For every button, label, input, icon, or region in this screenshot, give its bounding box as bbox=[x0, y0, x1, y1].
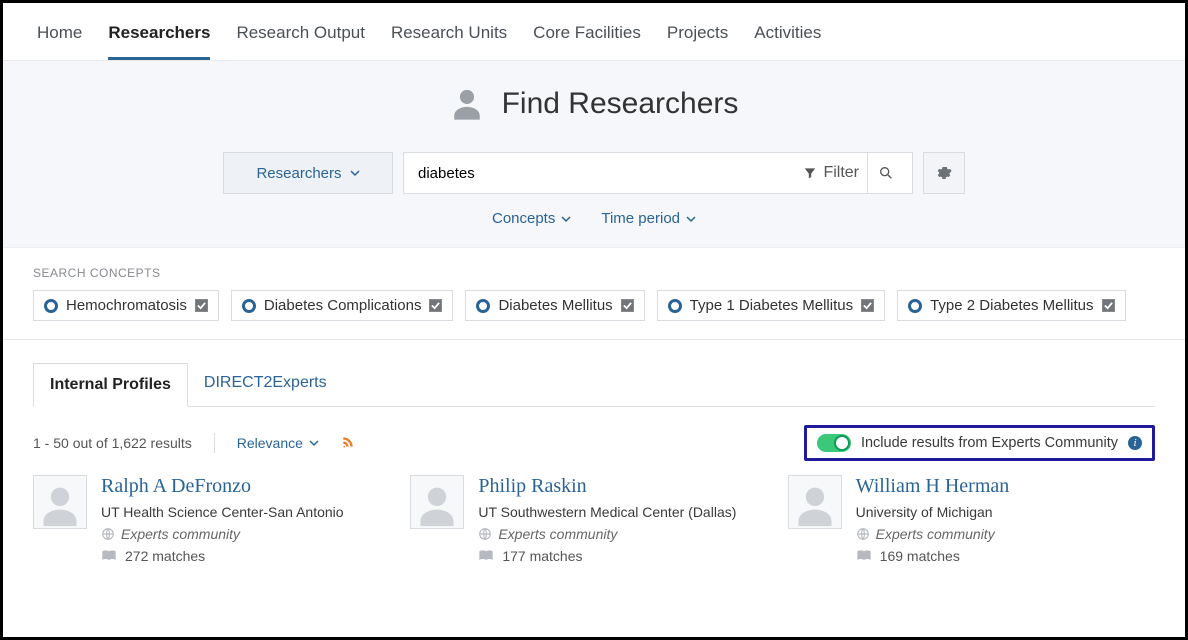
sub-filters: Concepts Time period bbox=[3, 210, 1185, 227]
ring-icon bbox=[242, 299, 256, 313]
search-button[interactable] bbox=[867, 153, 904, 193]
community-toggle[interactable] bbox=[817, 434, 851, 452]
nav-research-units[interactable]: Research Units bbox=[391, 15, 507, 60]
search-box: Filter bbox=[403, 152, 913, 194]
result-card: Ralph A DeFronzo UT Health Science Center… bbox=[33, 475, 400, 564]
chevron-down-icon bbox=[309, 438, 319, 448]
concept-label: Diabetes Mellitus bbox=[498, 297, 612, 314]
search-type-label: Researchers bbox=[256, 165, 341, 182]
checkbox-checked[interactable] bbox=[429, 299, 442, 312]
search-type-select[interactable]: Researchers bbox=[223, 152, 393, 194]
sort-label: Relevance bbox=[237, 435, 303, 451]
search-input[interactable] bbox=[416, 164, 795, 183]
ring-icon bbox=[668, 299, 682, 313]
institution: University of Michigan bbox=[856, 504, 1010, 520]
community-source: Experts community bbox=[478, 526, 736, 542]
person-icon bbox=[450, 87, 484, 121]
settings-button[interactable] bbox=[923, 152, 965, 194]
search-concepts-header: SEARCH CONCEPTS bbox=[33, 266, 1155, 280]
chevron-down-icon bbox=[350, 168, 360, 178]
book-icon bbox=[101, 549, 117, 563]
sub-filter-time-period[interactable]: Time period bbox=[601, 210, 696, 227]
filter-button[interactable]: Filter bbox=[795, 153, 867, 193]
chevron-down-icon bbox=[561, 214, 571, 224]
top-nav: Home Researchers Research Output Research U… bbox=[3, 3, 1185, 61]
results-grid: Ralph A DeFronzo UT Health Science Center… bbox=[3, 475, 1185, 574]
funnel-icon bbox=[803, 166, 817, 180]
results-toolbar-left: 1 - 50 out of 1,622 results Relevance bbox=[33, 433, 355, 453]
nav-projects[interactable]: Projects bbox=[667, 15, 728, 60]
match-count: 177 matches bbox=[478, 548, 736, 564]
concept-chip[interactable]: Type 1 Diabetes Mellitus bbox=[657, 290, 885, 321]
chevron-down-icon bbox=[686, 214, 696, 224]
search-row: Researchers Filter bbox=[223, 152, 965, 194]
match-count: 169 matches bbox=[856, 548, 1010, 564]
gear-icon bbox=[936, 165, 952, 181]
match-count: 272 matches bbox=[101, 548, 344, 564]
page-title-text: Find Researchers bbox=[502, 87, 739, 121]
globe-icon bbox=[856, 527, 870, 541]
checkbox-checked[interactable] bbox=[1102, 299, 1115, 312]
info-icon[interactable]: i bbox=[1128, 436, 1142, 450]
result-card: William H Herman University of Michigan Ex… bbox=[788, 475, 1155, 564]
results-summary: 1 - 50 out of 1,622 results bbox=[33, 435, 192, 451]
researcher-name[interactable]: William H Herman bbox=[856, 475, 1010, 498]
community-toggle-label: Include results from Experts Community bbox=[861, 435, 1118, 451]
filter-label: Filter bbox=[823, 164, 859, 182]
page-title: Find Researchers bbox=[450, 87, 739, 121]
book-icon bbox=[478, 549, 494, 563]
nav-core-facilities[interactable]: Core Facilities bbox=[533, 15, 641, 60]
results-toolbar: 1 - 50 out of 1,622 results Relevance In… bbox=[3, 407, 1185, 475]
hero: Find Researchers Researchers Filter bbox=[3, 61, 1185, 248]
ring-icon bbox=[476, 299, 490, 313]
divider bbox=[214, 433, 215, 453]
nav-researchers[interactable]: Researchers bbox=[108, 15, 210, 60]
nav-activities[interactable]: Activities bbox=[754, 15, 821, 60]
institution: UT Southwestern Medical Center (Dallas) bbox=[478, 504, 736, 520]
avatar bbox=[410, 475, 464, 529]
concept-chip-list: Hemochromatosis Diabetes Complications Dia… bbox=[33, 290, 1155, 321]
nav-home[interactable]: Home bbox=[37, 15, 82, 60]
result-tabs: Internal ProfilesDIRECT2Experts bbox=[3, 362, 1185, 406]
book-icon bbox=[856, 549, 872, 563]
ring-icon bbox=[44, 299, 58, 313]
tab-direct2experts[interactable]: DIRECT2Experts bbox=[188, 362, 343, 406]
result-card: Philip Raskin UT Southwestern Medical Cen… bbox=[410, 475, 777, 564]
sort-select[interactable]: Relevance bbox=[237, 435, 319, 451]
ring-icon bbox=[908, 299, 922, 313]
avatar bbox=[33, 475, 87, 529]
community-source: Experts community bbox=[856, 526, 1010, 542]
concept-label: Diabetes Complications bbox=[264, 297, 422, 314]
concept-chip[interactable]: Type 2 Diabetes Mellitus bbox=[897, 290, 1125, 321]
checkbox-checked[interactable] bbox=[621, 299, 634, 312]
rss-icon bbox=[341, 435, 355, 449]
concept-chip[interactable]: Hemochromatosis bbox=[33, 290, 219, 321]
sub-filter-concepts[interactable]: Concepts bbox=[492, 210, 571, 227]
researcher-name[interactable]: Ralph A DeFronzo bbox=[101, 475, 344, 498]
concept-label: Hemochromatosis bbox=[66, 297, 187, 314]
institution: UT Health Science Center-San Antonio bbox=[101, 504, 344, 520]
concept-label: Type 2 Diabetes Mellitus bbox=[930, 297, 1093, 314]
nav-research-output[interactable]: Research Output bbox=[236, 15, 365, 60]
globe-icon bbox=[478, 527, 492, 541]
concept-chip[interactable]: Diabetes Mellitus bbox=[465, 290, 644, 321]
concept-label: Type 1 Diabetes Mellitus bbox=[690, 297, 853, 314]
avatar bbox=[788, 475, 842, 529]
checkbox-checked[interactable] bbox=[195, 299, 208, 312]
concept-chip[interactable]: Diabetes Complications bbox=[231, 290, 454, 321]
checkbox-checked[interactable] bbox=[861, 299, 874, 312]
community-toggle-group: Include results from Experts Community i bbox=[804, 425, 1155, 461]
search-concepts-section: SEARCH CONCEPTS Hemochromatosis Diabetes … bbox=[3, 248, 1185, 340]
search-icon bbox=[878, 165, 894, 181]
researcher-name[interactable]: Philip Raskin bbox=[478, 475, 736, 498]
rss-button[interactable] bbox=[341, 435, 355, 452]
tab-internal-profiles[interactable]: Internal Profiles bbox=[33, 363, 188, 407]
globe-icon bbox=[101, 527, 115, 541]
community-source: Experts community bbox=[101, 526, 344, 542]
